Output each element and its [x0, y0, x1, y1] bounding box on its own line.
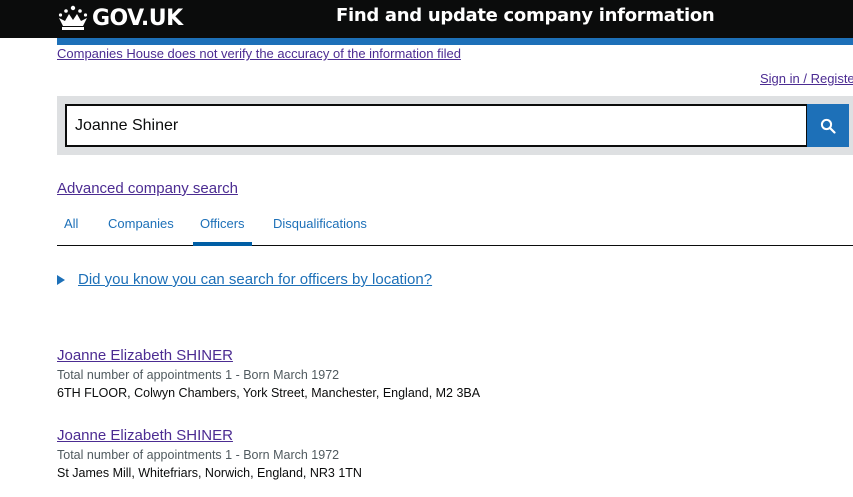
disclosure-triangle-icon [57, 274, 65, 285]
logo-text: GOV.UK [92, 5, 183, 31]
result-officer-link[interactable]: Joanne Elizabeth SHINER [57, 347, 480, 364]
tab-all[interactable]: All [64, 216, 78, 231]
crown-icon [58, 5, 88, 30]
result-address: St James Mill, Whitefriars, Norwich, Eng… [57, 466, 362, 480]
service-name-link[interactable]: Find and update company information [336, 5, 715, 26]
search-result: Joanne Elizabeth SHINER Total number of … [57, 427, 362, 480]
search-input[interactable] [65, 104, 808, 147]
site-header: GOV.UK Find and update company informati… [0, 0, 853, 38]
sign-in-link[interactable]: Sign in / Registe [760, 71, 853, 86]
header-accent-bar [57, 38, 853, 45]
result-appointments: Total number of appointments 1 - Born Ma… [57, 368, 340, 382]
results-tabs: All Companies Officers Disqualifications [57, 206, 853, 246]
advanced-search-link[interactable]: Advanced company search [57, 180, 238, 197]
search-panel [57, 96, 853, 155]
location-tip-link[interactable]: Did you know you can search for officers… [78, 271, 432, 288]
tab-disqualifications[interactable]: Disqualifications [273, 216, 367, 231]
tab-companies[interactable]: Companies [108, 216, 174, 231]
search-button[interactable] [807, 104, 849, 147]
search-result: Joanne Elizabeth SHINER Total number of … [57, 347, 480, 400]
search-icon [820, 118, 836, 134]
location-tip-details[interactable]: Did you know you can search for officers… [57, 271, 432, 288]
result-address: 6TH FLOOR, Colwyn Chambers, York Street,… [57, 386, 481, 400]
govuk-logo-link[interactable]: GOV.UK [57, 4, 183, 32]
tab-officers[interactable]: Officers [193, 216, 252, 246]
result-appointments: Total number of appointments 1 - Born Ma… [57, 448, 340, 462]
result-officer-link[interactable]: Joanne Elizabeth SHINER [57, 427, 362, 444]
disclaimer-link[interactable]: Companies House does not verify the accu… [57, 46, 461, 61]
